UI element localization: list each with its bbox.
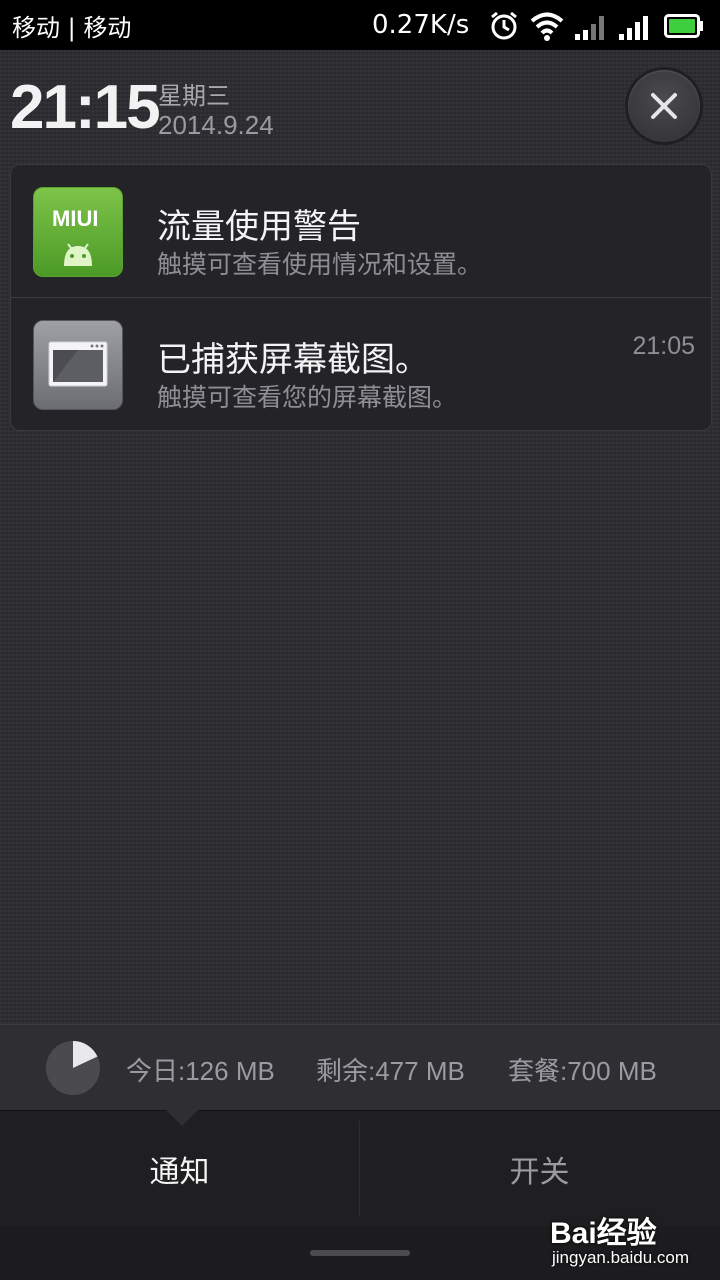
network-speed: 0.27K/s [372, 10, 470, 40]
panel-header: 21:15 星期三 2014.9.24 [0, 50, 720, 162]
screenshot-icon [33, 320, 123, 410]
miui-label: MIUI [52, 206, 99, 231]
usage-plan: 套餐:700 MB [508, 1056, 657, 1086]
date: 2014.9.24 [158, 110, 274, 140]
status-icons [488, 10, 704, 42]
carrier-label: 移动 | 移动 [12, 14, 132, 42]
clear-all-button[interactable] [628, 70, 700, 142]
close-icon [651, 93, 677, 119]
data-usage-bar[interactable]: 今日:126 MB 剩余:477 MB 套餐:700 MB [0, 1024, 720, 1111]
notification-title: 流量使用警告 [157, 207, 361, 247]
weekday: 星期三 [158, 82, 230, 110]
watermark-brand: Bai经验 [550, 1217, 657, 1250]
battery-icon [664, 14, 703, 38]
notification-title: 已捕获屏幕截图。 [157, 340, 429, 380]
notification-screenshot[interactable]: 已捕获屏幕截图。 触摸可查看您的屏幕截图。 21:05 [11, 297, 711, 428]
clock: 21:15 [10, 73, 161, 142]
notification-list: MIUI 流量使用警告 触摸可查看使用情况和设置。 已捕获屏幕截图。 触摸可查看… [10, 164, 712, 431]
baidu-watermark: Bai经验 jingyan.baidu.com [548, 1208, 718, 1274]
drag-handle[interactable] [310, 1250, 410, 1256]
notification-panel: 21:15 星期三 2014.9.24 MIUI 流量使用警告 触摸可查看使用情… [0, 50, 720, 1280]
notification-text: 触摸可查看您的屏幕截图。 [157, 383, 458, 412]
watermark-url: jingyan.baidu.com [552, 1248, 690, 1267]
notification-time: 21:05 [632, 332, 695, 360]
status-bar: 移动 | 移动 0.27K/s [0, 0, 720, 50]
alarm-icon [491, 11, 517, 40]
tab-notifications[interactable]: 通知 [0, 1111, 359, 1227]
wifi-icon [530, 12, 564, 41]
signal-icon [575, 16, 604, 40]
usage-today: 今日:126 MB [126, 1056, 275, 1086]
miui-android-icon: MIUI [33, 187, 123, 277]
notification-data-warning[interactable]: MIUI 流量使用警告 触摸可查看使用情况和设置。 [11, 165, 711, 295]
signal-icon [619, 16, 648, 40]
data-usage-pie-icon [46, 1041, 100, 1095]
notification-text: 触摸可查看使用情况和设置。 [157, 250, 483, 279]
usage-remaining: 剩余:477 MB [316, 1056, 465, 1086]
